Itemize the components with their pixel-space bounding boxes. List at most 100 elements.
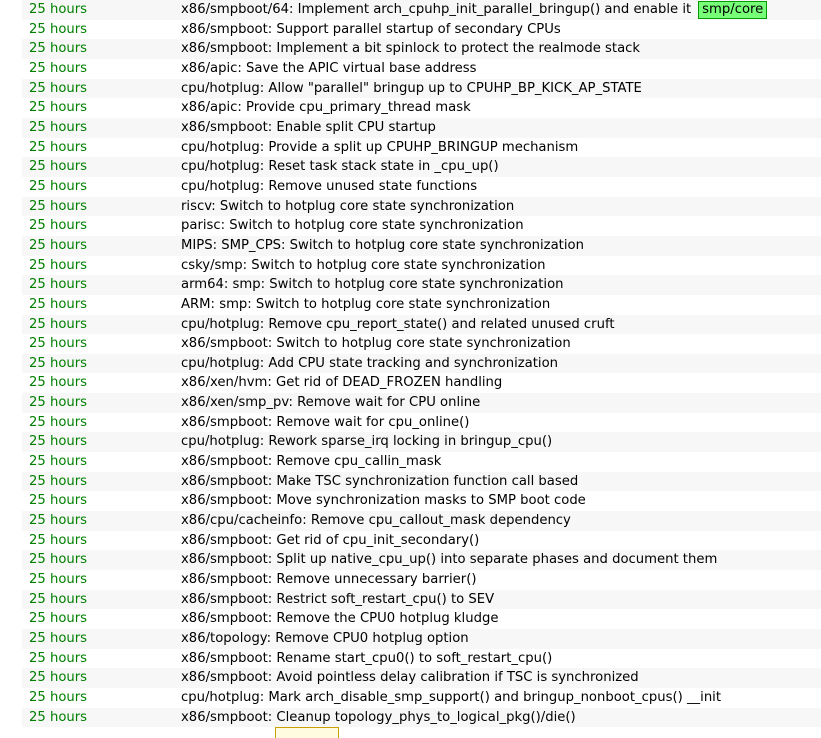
commit-message-cell: ARM: smp: Switch to hotplug core state s… bbox=[181, 295, 821, 315]
commit-message-link[interactable]: x86/smpboot: Cleanup topology_phys_to_lo… bbox=[181, 710, 576, 725]
commit-message-link[interactable]: x86/smpboot: Remove wait for cpu_online(… bbox=[181, 415, 469, 430]
commit-row: 25 hours x86/cpu/cacheinfo: Remove cpu_ca… bbox=[22, 511, 821, 531]
commit-message-link[interactable]: x86/smpboot: Restrict soft_restart_cpu()… bbox=[181, 592, 494, 607]
commit-message-link[interactable]: x86/smpboot: Support parallel startup of… bbox=[181, 22, 561, 37]
commit-age-cell: 25 hours bbox=[22, 256, 181, 276]
commit-age: 25 hours bbox=[29, 218, 88, 234]
commit-row: 25 hours MIPS: SMP_CPS: Switch to hotplug… bbox=[22, 235, 821, 256]
commit-age: 25 hours bbox=[29, 375, 88, 391]
commit-row: 25 hours cpu/hotplug: Provide a split up … bbox=[22, 138, 821, 158]
commit-message-link[interactable]: riscv: Switch to hotplug core state sync… bbox=[181, 199, 514, 214]
commit-message-link[interactable]: x86/cpu/cacheinfo: Remove cpu_callout_ma… bbox=[181, 513, 571, 528]
commit-message-cell: x86/smpboot: Enable split CPU startup bbox=[181, 118, 821, 138]
commit-age: 25 hours bbox=[29, 119, 88, 135]
commit-age: 25 hours bbox=[29, 257, 88, 273]
commit-message-cell: csky/smp: Switch to hotplug core state s… bbox=[181, 256, 821, 276]
commit-message-cell: cpu/hotplug: Mark arch_disable_smp_suppo… bbox=[181, 688, 821, 708]
commit-message-link[interactable]: cpu/hotplug: Mark arch_disable_smp_suppo… bbox=[181, 690, 721, 705]
commit-age-cell: 25 hours bbox=[22, 413, 181, 433]
commit-row: 25 hours x86/topology: Remove CPU0 hotplu… bbox=[22, 629, 821, 649]
commit-message-link[interactable]: x86/smpboot: Implement a bit spinlock to… bbox=[181, 41, 640, 56]
commit-age: 25 hours bbox=[29, 336, 88, 352]
commit-message-link[interactable]: x86/topology: Remove CPU0 hotplug option bbox=[181, 631, 469, 646]
commit-message-cell: parisc: Switch to hotplug core state syn… bbox=[181, 216, 821, 236]
commit-row: 25 hours cpu/hotplug: Reset task stack st… bbox=[22, 157, 821, 177]
commit-message-link[interactable]: cpu/hotplug: Provide a split up CPUHP_BR… bbox=[181, 140, 578, 155]
commit-message-link[interactable]: MIPS: SMP_CPS: Switch to hotplug core st… bbox=[181, 238, 584, 253]
commit-message-link[interactable]: x86/smpboot: Split up native_cpu_up() in… bbox=[181, 552, 717, 567]
commit-message-link[interactable]: cpu/hotplug: Remove cpu_report_state() a… bbox=[181, 317, 615, 332]
commit-age-cell: 25 hours bbox=[22, 590, 181, 610]
commit-age-cell: 25 hours bbox=[22, 315, 181, 335]
commit-age-cell: 25 hours bbox=[22, 550, 181, 570]
commit-row: 25 hours cpu/hotplug: Mark arch_disable_s… bbox=[22, 688, 821, 708]
commit-age-cell: 25 hours bbox=[22, 531, 181, 551]
commit-message-cell: x86/smpboot: Rename start_cpu0() to soft… bbox=[181, 649, 821, 669]
commit-message-cell: x86/smpboot: Remove wait for cpu_online(… bbox=[181, 413, 821, 433]
commit-age-cell: 25 hours bbox=[22, 649, 181, 669]
commit-row: 25 hours x86/smpboot: Support parallel st… bbox=[22, 20, 821, 40]
commit-message-link[interactable]: cpu/hotplug: Allow "parallel" bringup up… bbox=[181, 81, 642, 96]
commit-message-link[interactable]: x86/smpboot: Get rid of cpu_init_seconda… bbox=[181, 533, 479, 548]
commit-age-cell: 25 hours bbox=[22, 472, 181, 492]
commit-row: 25 hours x86/smpboot: Restrict soft_resta… bbox=[22, 589, 821, 610]
commit-age-cell: 25 hours bbox=[22, 177, 181, 197]
commit-age: 25 hours bbox=[29, 513, 88, 529]
partial-ref-badge bbox=[275, 727, 339, 738]
commit-age-cell: 25 hours bbox=[22, 236, 181, 256]
commit-age: 25 hours bbox=[29, 237, 88, 253]
branch-ref-badge[interactable]: smp/core bbox=[698, 1, 768, 19]
commit-age-cell: 25 hours bbox=[22, 491, 181, 511]
commit-message-link[interactable]: arm64: smp: Switch to hotplug core state… bbox=[181, 277, 564, 292]
commit-message-link[interactable]: x86/smpboot: Remove the CPU0 hotplug klu… bbox=[181, 611, 498, 626]
commit-message-link[interactable]: x86/xen/hvm: Get rid of DEAD_FROZEN hand… bbox=[181, 375, 502, 390]
commit-message-link[interactable]: x86/smpboot/64: Implement arch_cpuhp_ini… bbox=[181, 2, 691, 17]
commit-age: 25 hours bbox=[29, 296, 88, 312]
commit-row: 25 hours ARM: smp: Switch to hotplug core… bbox=[22, 295, 821, 315]
commit-age-cell: 25 hours bbox=[22, 668, 181, 688]
commit-message-link[interactable]: x86/smpboot: Rename start_cpu0() to soft… bbox=[181, 651, 552, 666]
commit-row: 25 hours x86/xen/hvm: Get rid of DEAD_FRO… bbox=[22, 373, 821, 393]
commit-message-link[interactable]: x86/apic: Provide cpu_primary_thread mas… bbox=[181, 100, 471, 115]
commit-age-cell: 25 hours bbox=[22, 197, 181, 217]
commit-message-link[interactable]: x86/smpboot: Remove cpu_callin_mask bbox=[181, 454, 441, 469]
commit-row: 25 hours cpu/hotplug: Remove cpu_report_s… bbox=[22, 314, 821, 335]
commit-row: 25 hours cpu/hotplug: Add CPU state track… bbox=[22, 353, 821, 374]
commit-age-cell: 25 hours bbox=[22, 354, 181, 374]
commit-age-cell: 25 hours bbox=[22, 0, 181, 20]
commit-message-cell: x86/smpboot: Make TSC synchronization fu… bbox=[181, 472, 821, 492]
commit-message-link[interactable]: csky/smp: Switch to hotplug core state s… bbox=[181, 258, 546, 273]
commit-message-link[interactable]: x86/smpboot: Make TSC synchronization fu… bbox=[181, 474, 578, 489]
commit-age-cell: 25 hours bbox=[22, 157, 181, 177]
commit-message-link[interactable]: x86/smpboot: Avoid pointless delay calib… bbox=[181, 670, 639, 685]
commit-row: 25 hours x86/smpboot: Make TSC synchroniz… bbox=[22, 471, 821, 492]
commit-age-cell: 25 hours bbox=[22, 708, 181, 728]
commit-log-table: 25 hours x86/smpboot/64: Implement arch_c… bbox=[22, 0, 821, 728]
commit-message-cell: x86/smpboot: Get rid of cpu_init_seconda… bbox=[181, 531, 821, 551]
commit-message-cell: x86/smpboot/64: Implement arch_cpuhp_ini… bbox=[181, 0, 821, 20]
commit-age-cell: 25 hours bbox=[22, 373, 181, 393]
commit-message-cell: x86/smpboot: Remove cpu_callin_mask bbox=[181, 452, 821, 472]
commit-age-cell: 25 hours bbox=[22, 216, 181, 236]
commit-row: 25 hours cpu/hotplug: Rework sparse_irq l… bbox=[22, 432, 821, 453]
commit-message-cell: arm64: smp: Switch to hotplug core state… bbox=[181, 275, 821, 295]
commit-row: 25 hours x86/smpboot: Remove cpu_callin_m… bbox=[22, 452, 821, 472]
commit-message-link[interactable]: x86/smpboot: Move synchronization masks … bbox=[181, 493, 586, 508]
commit-message-link[interactable]: cpu/hotplug: Rework sparse_irq locking i… bbox=[181, 434, 552, 449]
commit-message-link[interactable]: x86/smpboot: Switch to hotplug core stat… bbox=[181, 336, 571, 351]
commit-row: 25 hours x86/smpboot: Remove wait for cpu… bbox=[22, 413, 821, 433]
commit-message-link[interactable]: cpu/hotplug: Remove unused state functio… bbox=[181, 179, 477, 194]
commit-message-link[interactable]: x86/smpboot: Enable split CPU startup bbox=[181, 120, 436, 135]
commit-age-cell: 25 hours bbox=[22, 98, 181, 118]
commit-message-link[interactable]: cpu/hotplug: Add CPU state tracking and … bbox=[181, 356, 558, 371]
commit-message-link[interactable]: x86/smpboot: Remove unnecessary barrier(… bbox=[181, 572, 476, 587]
commit-message-link[interactable]: x86/xen/smp_pv: Remove wait for CPU onli… bbox=[181, 395, 480, 410]
commit-message-link[interactable]: ARM: smp: Switch to hotplug core state s… bbox=[181, 297, 550, 312]
commit-message-link[interactable]: x86/apic: Save the APIC virtual base add… bbox=[181, 61, 476, 76]
commit-row: 25 hours x86/smpboot: Implement a bit spi… bbox=[22, 39, 821, 59]
commit-age-cell: 25 hours bbox=[22, 334, 181, 354]
commit-message-link[interactable]: cpu/hotplug: Reset task stack state in _… bbox=[181, 159, 499, 174]
commit-age: 25 hours bbox=[29, 2, 88, 17]
commit-message-cell: x86/smpboot: Support parallel startup of… bbox=[181, 20, 821, 40]
commit-message-link[interactable]: parisc: Switch to hotplug core state syn… bbox=[181, 218, 524, 233]
